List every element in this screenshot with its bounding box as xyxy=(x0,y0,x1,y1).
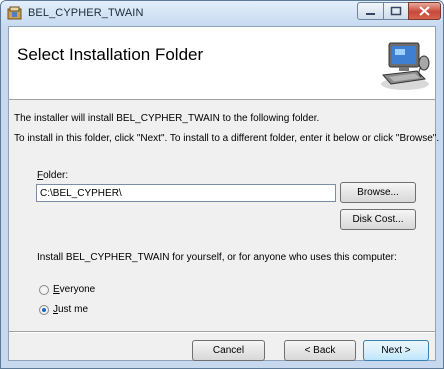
folder-label: Folder: xyxy=(37,170,68,181)
folder-label-rest: older: xyxy=(43,170,69,181)
maximize-icon xyxy=(390,6,402,16)
window-title: BEL_CYPHER_TWAIN xyxy=(28,7,144,19)
computer-setup-icon xyxy=(381,42,430,90)
folder-path-input[interactable] xyxy=(36,184,336,202)
next-button[interactable]: Next > xyxy=(363,340,429,361)
header-banner: Select Installation Folder xyxy=(9,27,435,100)
install-for-prompt: Install BEL_CYPHER_TWAIN for yourself, o… xyxy=(37,252,397,263)
everyone-label[interactable]: Everyone xyxy=(53,284,95,295)
disk-cost-button[interactable]: Disk Cost... xyxy=(340,209,416,230)
close-icon xyxy=(419,6,430,16)
back-button[interactable]: < Back xyxy=(284,340,356,361)
everyone-label-accelerator: E xyxy=(53,284,60,295)
page-title: Select Installation Folder xyxy=(17,45,204,64)
close-button[interactable] xyxy=(408,2,441,20)
browse-button[interactable]: Browse... xyxy=(340,182,416,203)
minimize-icon xyxy=(366,13,375,15)
footer-separator xyxy=(9,331,435,333)
install-instructions-text: To install in this folder, click "Next".… xyxy=(14,133,440,144)
everyone-radio[interactable] xyxy=(39,285,49,295)
installer-window: BEL_CYPHER_TWAIN Select Installation Fol… xyxy=(0,0,444,369)
title-bar[interactable]: BEL_CYPHER_TWAIN xyxy=(1,1,443,26)
just-me-label[interactable]: Just me xyxy=(53,304,88,315)
everyone-label-rest: veryone xyxy=(59,284,96,295)
minimize-button[interactable] xyxy=(357,2,384,20)
just-me-radio[interactable] xyxy=(39,305,49,315)
just-me-label-rest: ust me xyxy=(58,304,89,315)
install-location-text: The installer will install BEL_CYPHER_TW… xyxy=(14,113,320,124)
dialog-client-area: Select Installation Folder The installer… xyxy=(8,26,440,361)
installer-app-icon xyxy=(7,6,22,20)
cancel-button[interactable]: Cancel xyxy=(192,340,265,361)
maximize-button[interactable] xyxy=(383,2,409,20)
